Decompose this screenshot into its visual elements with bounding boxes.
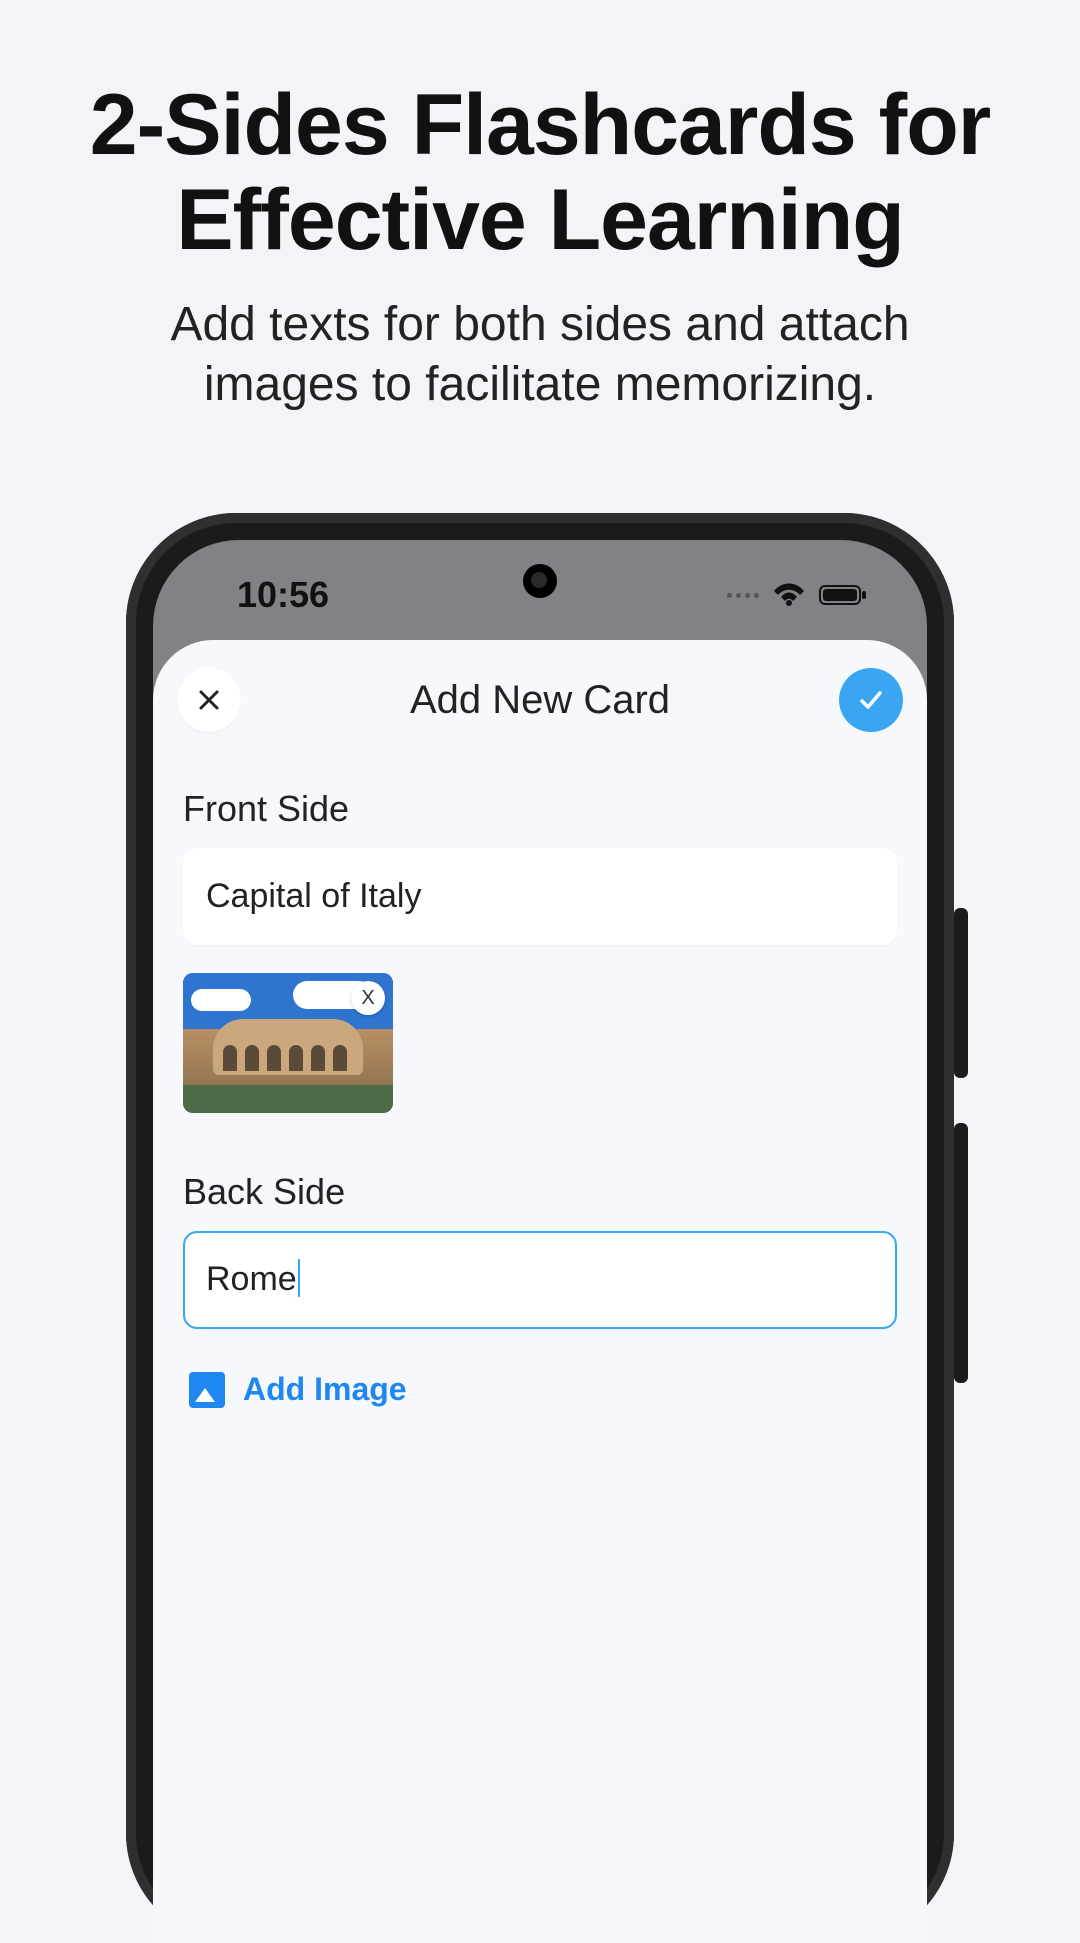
status-bar: 10:56 <box>153 570 927 620</box>
phone-screen: 10:56 <box>153 540 927 1943</box>
promo-headline-line1: 2-Sides Flashcards for <box>90 77 990 173</box>
front-side-input[interactable]: Capital of Italy <box>183 848 897 945</box>
phone-side-button-top <box>954 908 968 1078</box>
promo-headline-line2: Effective Learning <box>176 172 904 268</box>
image-icon <box>189 1372 225 1408</box>
phone-side-button-bottom <box>954 1123 968 1383</box>
back-side-value: Rome <box>206 1260 297 1298</box>
add-image-label: Add Image <box>243 1371 407 1408</box>
add-image-button[interactable]: Add Image <box>183 1371 897 1408</box>
front-side-section: Front Side Capital of Italy <box>153 760 927 1113</box>
back-side-input[interactable]: Rome <box>183 1231 897 1329</box>
wifi-icon <box>773 583 805 607</box>
front-image-thumbnail[interactable]: X <box>183 973 393 1113</box>
add-card-sheet: Add New Card Front Side Capital of Italy <box>153 640 927 1943</box>
sheet-header: Add New Card <box>153 640 927 760</box>
close-icon <box>197 688 221 712</box>
signal-dots-icon <box>727 593 759 598</box>
remove-image-label: X <box>361 987 374 1010</box>
close-button[interactable] <box>177 668 241 732</box>
confirm-button[interactable] <box>839 668 903 732</box>
sheet-title: Add New Card <box>410 678 670 723</box>
back-side-section: Back Side Rome Add Image <box>153 1143 927 1408</box>
back-side-label: Back Side <box>183 1171 897 1213</box>
front-side-label: Front Side <box>183 788 897 830</box>
promo-subhead: Add texts for both sides and attach imag… <box>0 267 1080 415</box>
front-side-value: Capital of Italy <box>206 877 421 915</box>
promo-headline: 2-Sides Flashcards for Effective Learnin… <box>0 0 1080 267</box>
phone-frame: 10:56 <box>126 513 954 1943</box>
battery-icon <box>819 583 867 607</box>
remove-image-button[interactable]: X <box>351 981 385 1015</box>
text-cursor <box>298 1259 300 1297</box>
status-time: 10:56 <box>237 574 329 616</box>
status-right <box>727 583 867 607</box>
check-icon <box>856 685 886 715</box>
